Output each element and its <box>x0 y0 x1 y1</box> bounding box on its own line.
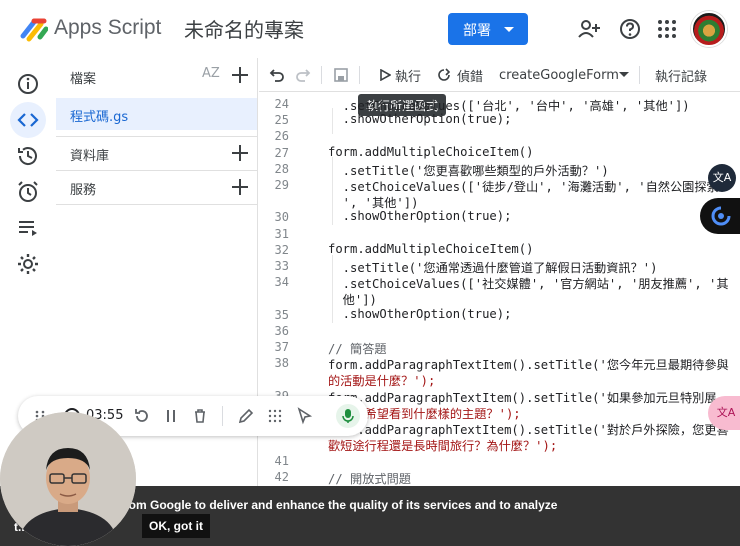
extension-icon <box>711 206 731 226</box>
chevron-down-icon <box>619 72 629 77</box>
divider <box>222 406 223 426</box>
cookie-ok-button[interactable]: OK, got it <box>142 514 210 538</box>
code-comment[interactable]: // 開放式問題 <box>328 469 411 487</box>
code-line[interactable]: .showOtherOption(true); <box>328 209 512 223</box>
translate-icon[interactable]: 文A <box>708 164 736 192</box>
pen-icon[interactable] <box>236 406 256 426</box>
code-icon[interactable] <box>10 102 46 138</box>
line-number: 38 <box>274 356 289 370</box>
deploy-button[interactable]: 部署 <box>448 13 528 45</box>
microphone-button[interactable] <box>336 404 360 428</box>
redo-icon[interactable] <box>295 67 311 83</box>
apps-script-logo-icon[interactable] <box>20 16 48 42</box>
line-number: 31 <box>274 227 289 241</box>
restart-icon[interactable] <box>132 406 152 426</box>
file-name: 程式碼.gs <box>70 110 129 125</box>
line-number: 37 <box>274 340 289 354</box>
code-line[interactable]: .showOtherOption(true); <box>328 112 512 126</box>
run-label: 執行 <box>395 70 422 85</box>
line-number: 41 <box>274 454 289 468</box>
run-button[interactable]: 執行 <box>371 58 427 92</box>
app-name[interactable]: Apps Script <box>54 16 161 40</box>
chevron-down-icon <box>504 27 514 32</box>
line-number: 29 <box>274 178 289 192</box>
cursor-icon[interactable] <box>295 406 315 426</box>
sort-icon[interactable]: AZ <box>202 66 220 81</box>
line-number: 26 <box>274 129 289 143</box>
deploy-label: 部署 <box>463 23 491 39</box>
line-number: 35 <box>274 308 289 322</box>
help-icon[interactable] <box>617 16 643 42</box>
save-icon[interactable] <box>333 67 349 83</box>
code-line[interactable]: form.addMultipleChoiceItem() <box>328 145 533 159</box>
debug-button[interactable]: 偵錯 <box>433 58 485 92</box>
code-line[interactable]: 歡短途行程還是長時間旅行？為什麼？'); <box>328 436 557 454</box>
line-number: 30 <box>274 210 289 224</box>
function-name: createGoogleForm <box>499 68 619 83</box>
line-number: 25 <box>274 113 289 127</box>
divider <box>56 204 257 205</box>
delete-icon[interactable] <box>190 406 210 426</box>
file-item[interactable]: 程式碼.gs <box>56 98 257 130</box>
blur-icon[interactable] <box>265 406 285 426</box>
divider <box>321 66 322 84</box>
pause-icon[interactable] <box>161 406 181 426</box>
execution-log-button[interactable]: 執行記錄 <box>655 66 707 85</box>
settings-icon[interactable] <box>14 250 42 278</box>
apps-grid-icon[interactable] <box>654 16 680 42</box>
line-number: 32 <box>274 243 289 257</box>
editor-toolbar: 執行 偵錯 createGoogleForm 執行記錄 <box>259 58 740 92</box>
add-library-icon[interactable] <box>232 145 248 161</box>
files-title: 檔案 <box>70 72 97 87</box>
section-label: 服務 <box>70 183 97 198</box>
line-number: 34 <box>274 275 289 289</box>
add-service-icon[interactable] <box>232 179 248 195</box>
webcam-overlay[interactable] <box>0 412 136 546</box>
line-number: 33 <box>274 259 289 273</box>
section-services[interactable]: 服務 <box>56 170 257 202</box>
cookie-text: ...s from Google to deliver and enhance … <box>100 498 558 512</box>
section-libraries[interactable]: 資料庫 <box>56 136 257 168</box>
code-line[interactable]: .setChoiceValues(['社交媒體', '官方網站', '朋友推薦'… <box>328 274 729 292</box>
code-line[interactable]: 他']) <box>328 290 377 308</box>
microphone-icon <box>342 409 354 423</box>
project-title[interactable]: 未命名的專案 <box>184 14 304 43</box>
executions-icon[interactable] <box>14 214 42 242</box>
translate-tab-icon[interactable]: 文A <box>708 396 740 430</box>
add-file-icon[interactable] <box>232 67 248 83</box>
code-line[interactable]: 的活動是什麼？'); <box>328 371 435 389</box>
line-number: 28 <box>274 162 289 176</box>
divider <box>639 66 640 84</box>
line-number: 24 <box>274 97 289 111</box>
divider <box>359 66 360 84</box>
avatar[interactable] <box>691 11 727 47</box>
debug-label: 偵錯 <box>457 70 484 85</box>
section-label: 資料庫 <box>70 149 110 164</box>
play-icon <box>380 69 391 81</box>
function-selector[interactable]: createGoogleForm <box>493 58 631 92</box>
line-number: 27 <box>274 146 289 160</box>
extension-button[interactable] <box>700 198 740 234</box>
undo-icon[interactable] <box>269 67 285 83</box>
debug-icon <box>438 68 451 81</box>
code-line[interactable]: form.addMultipleChoiceItem() <box>328 242 533 256</box>
code-line[interactable]: .showOtherOption(true); <box>328 307 512 321</box>
info-icon[interactable] <box>14 70 42 98</box>
alarm-icon[interactable] <box>14 178 42 206</box>
top-bar: Apps Script 未命名的專案 部署 <box>0 0 740 58</box>
line-number: 42 <box>274 470 289 484</box>
webcam-person-image <box>0 412 136 546</box>
line-number: 36 <box>274 324 289 338</box>
history-icon[interactable] <box>14 142 42 170</box>
add-person-icon[interactable] <box>576 16 602 42</box>
